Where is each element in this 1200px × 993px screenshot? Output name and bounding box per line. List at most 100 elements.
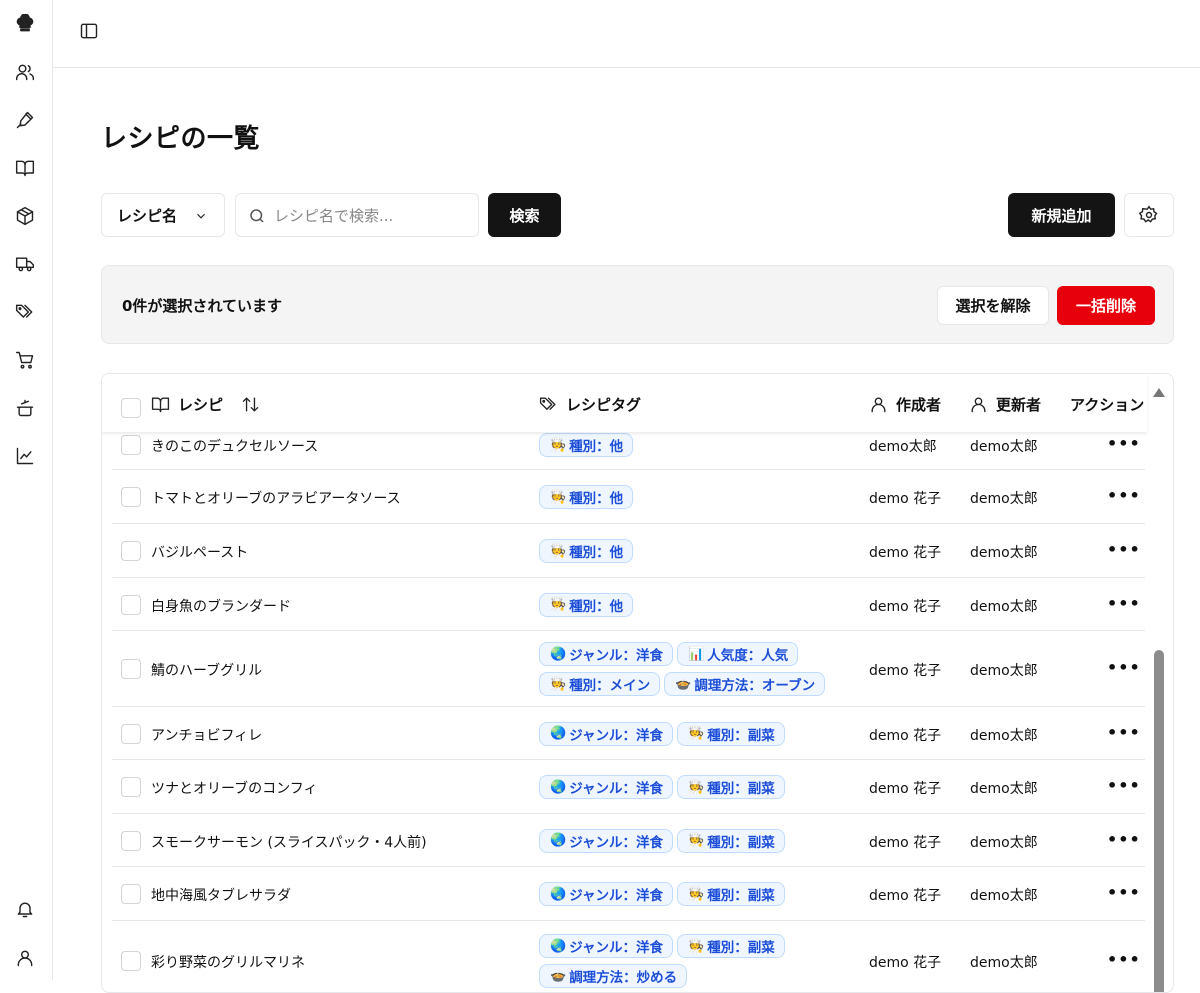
tag-badge[interactable]: 🧑‍🍳 種別：他 — [539, 539, 634, 563]
row-checkbox[interactable] — [121, 884, 141, 904]
tag-badge[interactable]: 🧑‍🍳 種別：副菜 — [677, 828, 785, 853]
tag-badge[interactable]: 🧑‍🍳 種別：副菜 — [677, 934, 785, 958]
scroll-thumb[interactable] — [1154, 650, 1164, 992]
more-actions-icon[interactable]: ••• — [1107, 885, 1140, 907]
tag-badge[interactable]: 🧑‍🍳 種別：副菜 — [677, 775, 785, 799]
table-row[interactable]: 白身魚のブランダード 🧑‍🍳 種別：他 demo 花子 demo太郎 ••• — [112, 578, 1145, 631]
tags-icon[interactable] — [13, 300, 37, 324]
tag-badge[interactable]: 🌏 ジャンル：洋食 — [539, 721, 674, 746]
sort-icon[interactable] — [241, 395, 260, 414]
tag-badge[interactable]: 🌏 ジャンル：洋食 — [539, 934, 674, 958]
author-name: demo 花子 — [869, 727, 942, 744]
row-checkbox[interactable] — [121, 659, 141, 679]
vertical-scrollbar[interactable] — [1147, 374, 1173, 992]
tag-badge[interactable]: 🍲 調理方法：オーブン — [664, 672, 826, 696]
search-input[interactable] — [274, 204, 470, 228]
table-row[interactable]: バジルペースト 🧑‍🍳 種別：他 demo 花子 demo太郎 ••• — [112, 524, 1145, 578]
search-icon — [250, 209, 264, 223]
page-title: レシピの一覧 — [101, 124, 261, 154]
tag-badge[interactable]: 🌏 ジャンル：洋食 — [539, 882, 674, 906]
tag-badge[interactable]: 🌏 ジャンル：洋食 — [539, 642, 674, 666]
pen-icon[interactable] — [13, 108, 37, 132]
cart-icon[interactable] — [13, 348, 37, 372]
clear-selection-button[interactable]: 選択を解除 — [937, 286, 1049, 325]
search-field-select[interactable]: レシピ名 — [101, 193, 225, 237]
table-row[interactable]: ツナとオリーブのコンフィ 🌏 ジャンル：洋食 🧑‍🍳 種別：副菜 demo 花子 demo太… — [112, 760, 1145, 814]
select-all-checkbox[interactable] — [121, 398, 141, 418]
more-actions-icon[interactable]: ••• — [1107, 778, 1140, 800]
tag-badge[interactable]: 📊 人気度：人気 — [677, 642, 799, 666]
settings-button[interactable] — [1124, 193, 1174, 237]
row-checkbox[interactable] — [121, 830, 141, 851]
more-actions-icon[interactable]: ••• — [1107, 952, 1140, 974]
more-actions-icon[interactable]: ••• — [1107, 542, 1140, 564]
recipe-name[interactable]: 白身魚のブランダード — [151, 596, 291, 616]
column-header-recipe[interactable]: レシピ — [151, 394, 260, 415]
chart-icon[interactable] — [13, 444, 37, 468]
recipe-name[interactable]: スモークサーモン (スライスパック・4人前) — [151, 832, 427, 852]
row-checkbox[interactable] — [121, 435, 141, 455]
more-actions-icon[interactable]: ••• — [1107, 660, 1140, 682]
editor-name: demo太郎 — [970, 834, 1038, 851]
tag-label: 種別：他 — [569, 545, 624, 561]
table-row[interactable]: アンチョビフィレ 🌏 ジャンル：洋食 🧑‍🍳 種別：副菜 demo 花子 demo太郎 ••• — [112, 707, 1145, 760]
recipe-name[interactable]: バジルペースト — [151, 542, 248, 562]
chef-hat-icon[interactable] — [13, 12, 37, 36]
tag-emoji-icon: 🌏 — [550, 938, 567, 954]
tag-badge[interactable]: 🧑‍🍳 種別：副菜 — [677, 721, 785, 746]
bell-icon[interactable] — [13, 897, 37, 921]
tag-emoji-icon: 🧑‍🍳 — [550, 676, 567, 692]
more-actions-icon[interactable]: ••• — [1107, 724, 1140, 747]
tag-label: 調理方法：オーブン — [694, 678, 816, 694]
more-actions-icon[interactable]: ••• — [1107, 831, 1140, 854]
row-checkbox[interactable] — [121, 777, 141, 797]
row-checkbox[interactable] — [121, 723, 141, 744]
tag-label: 調理方法：炒める — [569, 970, 678, 986]
tag-badge[interactable]: 🍲 調理方法：炒める — [539, 964, 688, 988]
tag-badge[interactable]: 🧑‍🍳 種別：他 — [539, 485, 634, 509]
scroll-up-arrow-icon[interactable] — [1153, 388, 1165, 397]
tag-label: 種別：メイン — [569, 678, 651, 694]
row-checkbox[interactable] — [121, 594, 141, 615]
recipe-name[interactable]: 彩り野菜のグリルマリネ — [151, 952, 305, 972]
row-checkbox[interactable] — [121, 951, 141, 971]
column-header-editor: 更新者 — [969, 394, 1041, 415]
more-actions-icon[interactable]: ••• — [1107, 488, 1140, 510]
recipe-name[interactable]: アンチョビフィレ — [151, 725, 262, 745]
table-row[interactable]: 地中海風タブレサラダ 🌏 ジャンル：洋食 🧑‍🍳 種別：副菜 demo 花子 demo太郎 •… — [112, 867, 1145, 921]
tag-label: ジャンル：洋食 — [569, 727, 664, 744]
box-icon[interactable] — [13, 204, 37, 228]
tag-badge[interactable]: 🧑‍🍳 種別：メイン — [539, 672, 661, 696]
users-icon[interactable] — [13, 60, 37, 84]
tag-badge[interactable]: 🌏 ジャンル：洋食 — [539, 828, 674, 853]
bulk-delete-button[interactable]: 一括削除 — [1057, 286, 1155, 325]
truck-icon[interactable] — [13, 252, 37, 276]
sidebar-toggle-icon[interactable] — [79, 21, 101, 43]
user-icon[interactable] — [13, 946, 37, 970]
column-header-actions: アクション — [1070, 394, 1144, 415]
table-row[interactable]: 鯖のハーブグリル 🌏 ジャンル：洋食 📊 人気度：人気 🧑‍🍳 種別：メイン 🍲 調理方法：オー… — [112, 631, 1145, 707]
row-checkbox[interactable] — [121, 541, 141, 561]
tag-badge[interactable]: 🧑‍🍳 種別：他 — [539, 592, 634, 617]
recipe-name[interactable]: きのこのデュクセルソース — [151, 436, 318, 456]
search-button[interactable]: 検索 — [488, 193, 561, 237]
column-header-tags: レシピタグ — [539, 394, 641, 415]
more-actions-icon[interactable]: ••• — [1107, 595, 1140, 618]
user-icon — [871, 397, 886, 413]
recipe-name[interactable]: トマトとオリーブのアラビアータソース — [151, 488, 401, 508]
add-new-button[interactable]: 新規追加 — [1008, 193, 1115, 237]
tag-badge[interactable]: 🌏 ジャンル：洋食 — [539, 775, 674, 799]
book-icon[interactable] — [13, 156, 37, 180]
recipe-name[interactable]: ツナとオリーブのコンフィ — [151, 778, 317, 798]
recipe-name[interactable]: 地中海風タブレサラダ — [151, 885, 291, 905]
cooking-pot-icon[interactable] — [13, 396, 37, 420]
table-row[interactable]: トマトとオリーブのアラビアータソース 🧑‍🍳 種別：他 demo 花子 demo太郎 ••… — [112, 470, 1145, 524]
table-row[interactable]: スモークサーモン (スライスパック・4人前) 🌏 ジャンル：洋食 🧑‍🍳 種別：副菜 de… — [112, 814, 1145, 867]
tag-badge[interactable]: 🧑‍🍳 種別：他 — [539, 433, 634, 457]
more-actions-icon[interactable]: ••• — [1107, 436, 1140, 458]
row-checkbox[interactable] — [121, 487, 141, 507]
tag-badge[interactable]: 🧑‍🍳 種別：副菜 — [677, 882, 785, 906]
recipe-name[interactable]: 鯖のハーブグリル — [151, 660, 262, 680]
table-row[interactable]: 彩り野菜のグリルマリネ 🌏 ジャンル：洋食 🧑‍🍳 種別：副菜 🍲 調理方法：炒める demo… — [112, 921, 1145, 992]
author-name: demo 花子 — [869, 834, 942, 851]
